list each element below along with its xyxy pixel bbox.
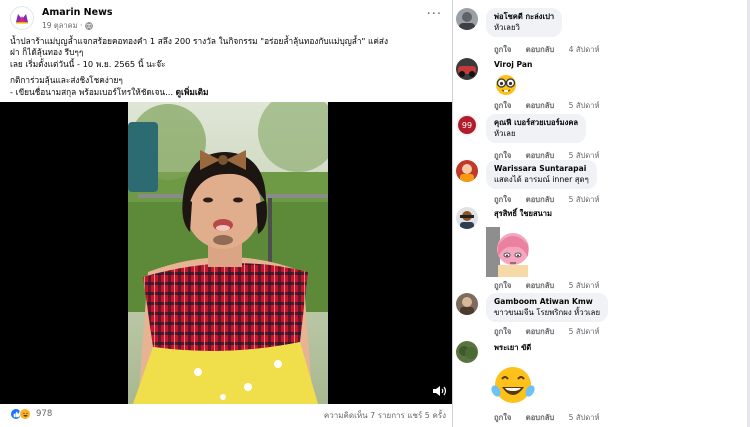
post-card: Amarin News 19 ตุลาคม · ··· น้ำปลาร้าแม่… [0,0,452,427]
comment-time[interactable]: 5 สัปดาห์ [569,327,600,336]
reply-button[interactable]: ตอบกลับ [526,327,554,336]
haha-reaction-icon [19,408,31,420]
reply-button[interactable]: ตอบกลับ [526,281,554,290]
laughing-emoji-icon [491,367,535,403]
reply-button[interactable]: ตอบกลับ [526,195,554,204]
comment-time[interactable]: 5 สัปดาห์ [569,101,600,110]
svg-text:99: 99 [462,121,472,130]
comment-bubble: คุณฟี เบอร์สวยเบอร์มงคล หัวเลย [486,114,587,143]
post-text-line: ฝา ก็ได้ลุ้นทอง รีบๆๆ [10,47,84,58]
reply-button[interactable]: ตอบกลับ [526,151,554,160]
avatar[interactable] [456,58,478,80]
like-button[interactable]: ถูกใจ [494,45,511,54]
post-meta: 19 ตุลาคม · [42,20,94,32]
post-text-line: เลย เริ่มตั้งแต่วันนี้ - 10 พ.ย. 2565 นี… [10,58,166,69]
post-date[interactable]: 19 ตุลาคม · [42,20,82,32]
comment-actions: ถูกใจ ตอบกลับ 5 สัปดาห์ [494,412,612,424]
comments-panel: พ่อโชคดี กะล่งเปา หัวเลยวิ ถูกใจ ตอบกลับ… [453,0,750,427]
globe-icon [85,22,94,30]
post-header: Amarin News 19 ตุลาคม · ··· [10,6,442,30]
post-text-line: น้ำปลาร้าแม่บุญล้ำแจกสร้อยคอทองคำ 1 สลึง… [10,36,389,46]
comment-actions: ถูกใจ ตอบกลับ 5 สัปดาห์ [494,100,612,112]
comment-text: หัวเลยวิ [494,23,520,32]
like-button[interactable]: ถูกใจ [494,151,511,160]
comment-time[interactable]: 5 สัปดาห์ [569,195,600,204]
comments-shares-count[interactable]: ความคิดเห็น 7 รายการ แชร์ 5 ครั้ง [324,409,446,422]
avatar[interactable] [456,293,478,315]
comment-author[interactable]: สุรสิทธิ์ ใชยสนาม [494,209,552,219]
amarin-logo-icon [16,14,28,24]
reply-button[interactable]: ตอบกลับ [526,413,554,422]
page-name[interactable]: Amarin News [42,7,113,18]
avatar[interactable] [456,8,478,30]
like-button[interactable]: ถูกใจ [494,327,511,336]
nerd-emoji-icon [496,75,516,95]
video-player[interactable] [0,102,452,404]
comment-author[interactable]: Viroj Pan [494,60,532,70]
reply-button[interactable]: ตอบกลับ [526,101,554,110]
see-more-link[interactable]: ดูเพิ่มเติม [176,87,209,97]
avatar[interactable] [456,160,478,182]
video-frame[interactable] [128,102,328,404]
comment-text: แสดงได้ อารมณ์ inner สุดๆ [494,175,589,184]
comment-actions: ถูกใจ ตอบกลับ 5 สัปดาห์ [494,326,612,338]
comment-body: Viroj Pan [494,60,532,70]
like-button[interactable]: ถูกใจ [494,101,511,110]
comment-bubble: พ่อโชคดี กะล่งเปา หัวเลยวิ [486,8,563,37]
comment-time[interactable]: 5 สัปดาห์ [569,281,600,290]
video-thumbnail [128,102,328,404]
sticker-image [486,227,530,277]
volume-icon[interactable] [432,384,448,398]
post-footer: 978 ความคิดเห็น 7 รายการ แชร์ 5 ครั้ง [10,407,446,423]
comment-time[interactable]: 5 สัปดาห์ [569,413,600,422]
comment-actions: ถูกใจ ตอบกลับ 4 สัปดาห์ [494,44,612,56]
comment-author[interactable]: คุณฟี เบอร์สวยเบอร์มงคล [494,118,578,128]
comment-author[interactable]: Gamboom Atiwan Kmw [494,297,600,307]
comment-text: ขาวขนมจีน โรยพริกผง หั้ววเลย [494,308,601,317]
post-text-line: - เขียนชื่อนามสกุล พร้อมเบอร์โทรให้ชัดเจ… [10,87,446,98]
comment-body: พระเยา ขัดี [494,343,531,353]
page-avatar[interactable] [10,6,34,30]
comment-time[interactable]: 5 สัปดาห์ [569,151,600,160]
comment-actions: ถูกใจ ตอบกลับ 5 สัปดาห์ [494,280,612,292]
comment-text: หัวเลย [494,129,516,138]
comment-time[interactable]: 4 สัปดาห์ [569,45,600,54]
like-button[interactable]: ถูกใจ [494,281,511,290]
reactions-summary[interactable]: 978 [10,408,52,420]
post-text-line: กติการ่วมลุ้นและส่งชิงโชคง่ายๆ [10,75,123,86]
more-options-icon[interactable]: ··· [427,8,442,21]
comment-bubble: Warissara Suntarapai แสดงได้ อารมณ์ inne… [486,160,597,189]
like-button[interactable]: ถูกใจ [494,195,511,204]
avatar[interactable] [456,341,478,363]
comment-author[interactable]: พ่อโชคดี กะล่งเปา [494,12,554,22]
like-button[interactable]: ถูกใจ [494,413,511,422]
comment-bubble: Gamboom Atiwan Kmw ขาวขนมจีน โรยพริกผง ห… [486,293,609,322]
reaction-count: 978 [36,409,53,419]
post-text-truncated: - เขียนชื่อนามสกุล พร้อมเบอร์โทรให้ชัดเจ… [10,86,174,97]
comment-author[interactable]: Warissara Suntarapai [494,164,589,174]
reply-button[interactable]: ตอบกลับ [526,45,554,54]
comment-author[interactable]: พระเยา ขัดี [494,343,531,353]
avatar[interactable]: 99 [456,114,478,136]
post-text: น้ำปลาร้าแม่บุญล้ำแจกสร้อยคอทองคำ 1 สลึง… [10,36,446,98]
comment-actions: ถูกใจ ตอบกลับ 5 สัปดาห์ [494,194,612,206]
avatar[interactable] [456,207,478,229]
comment-body: สุรสิทธิ์ ใชยสนาม [494,209,552,219]
